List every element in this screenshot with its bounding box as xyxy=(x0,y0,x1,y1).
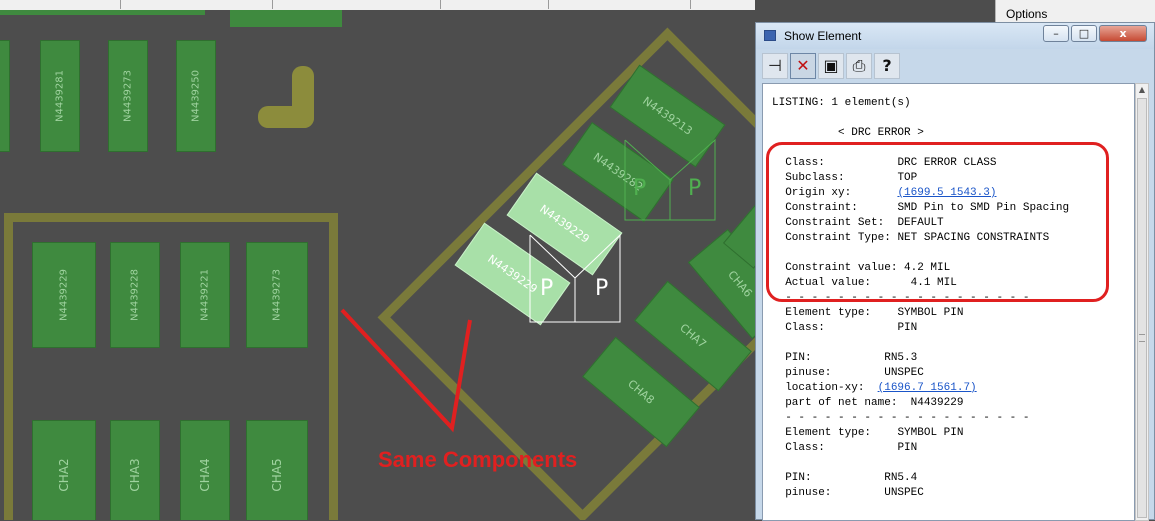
app-icon xyxy=(764,30,776,41)
strip-divider xyxy=(548,0,549,9)
origin-link[interactable]: (1699.5 1543.3) xyxy=(897,187,996,199)
field-value: PIN xyxy=(897,442,918,454)
field-value: RN5.3 xyxy=(884,352,918,364)
window-title: Show Element xyxy=(784,29,862,43)
pin-symbol-overlay: P P P P xyxy=(340,138,716,433)
show-element-window: Show Element – □ x ⊣ ✕ ▣ ⎙ ? LISTING: 1 … xyxy=(755,22,1155,521)
pin-glyph: P xyxy=(540,276,553,301)
field-label: PIN: xyxy=(785,472,812,484)
field-label: Class: xyxy=(785,322,825,334)
field-value: RN5.4 xyxy=(884,472,918,484)
field-value: PIN xyxy=(897,322,918,334)
field-value: 4.1 MIL xyxy=(910,277,957,289)
field-label: Constraint: xyxy=(785,202,858,214)
strip-divider xyxy=(690,0,691,9)
print-icon[interactable]: ⎙ xyxy=(846,53,872,79)
pin-glyph: P xyxy=(633,176,646,201)
dialog-toolbar: ⊣ ✕ ▣ ⎙ ? xyxy=(762,53,1148,81)
scroll-up-icon[interactable]: ▲ xyxy=(1137,85,1147,97)
field-value: SMD Pin to SMD Pin Spacing xyxy=(897,202,1070,214)
field-value: NET SPACING CONSTRAINTS xyxy=(897,232,1050,244)
field-value: DEFAULT xyxy=(897,217,944,229)
field-label: PIN: xyxy=(785,352,812,364)
field-label: pinuse: xyxy=(785,487,832,499)
annotation-text: Same Components xyxy=(378,447,578,472)
maximize-button[interactable]: □ xyxy=(1071,25,1097,42)
strip-divider xyxy=(120,0,121,9)
separator: - - - - - - - - - - - - - - - - - - - xyxy=(785,412,1030,424)
section-title: < DRC ERROR > xyxy=(838,127,924,139)
field-value: 4.2 MIL xyxy=(904,262,951,274)
field-label: Constraint Set: xyxy=(785,217,885,229)
field-value: TOP xyxy=(897,172,918,184)
field-label: Subclass: xyxy=(785,172,845,184)
scroll-grip-icon xyxy=(1139,334,1145,342)
pin-glyph: P xyxy=(688,176,701,201)
field-label: location-xy: xyxy=(785,382,865,394)
options-panel-header[interactable]: Options xyxy=(995,0,1155,22)
options-label: Options xyxy=(1006,7,1048,21)
listing-content: LISTING: 1 element(s) < DRC ERROR > Clas… xyxy=(772,96,1069,501)
separator: - - - - - - - - - - - - - - - - - - - xyxy=(785,292,1030,304)
listing-header: LISTING: 1 element(s) xyxy=(772,97,911,109)
location-link[interactable]: (1696.7 1561.7) xyxy=(878,382,977,394)
strip-divider xyxy=(440,0,441,9)
field-label: Constraint value: xyxy=(785,262,898,274)
field-value: N4439229 xyxy=(910,397,964,409)
field-value: SYMBOL PIN xyxy=(897,307,964,319)
strip-divider xyxy=(272,0,273,9)
field-label: Actual value: xyxy=(785,277,872,289)
minimize-button[interactable]: – xyxy=(1043,25,1069,42)
field-label: Class: xyxy=(785,442,825,454)
help-icon[interactable]: ? xyxy=(874,53,900,79)
field-value: DRC ERROR CLASS xyxy=(897,157,997,169)
field-label: Constraint Type: xyxy=(785,232,891,244)
pcb-canvas[interactable]: N4439281 N4439273 N4439250 N4439229 N443… xyxy=(0,10,755,520)
element-listing[interactable]: LISTING: 1 element(s) < DRC ERROR > Clas… xyxy=(762,83,1135,521)
pin-icon[interactable]: ⊣ xyxy=(762,53,788,79)
field-label: pinuse: xyxy=(785,367,832,379)
field-value: UNSPEC xyxy=(884,487,924,499)
field-label: Element type: xyxy=(785,307,872,319)
field-label: Class: xyxy=(785,157,825,169)
pin-glyph: P xyxy=(595,276,608,301)
close-icon[interactable]: ✕ xyxy=(790,53,816,79)
scroll-thumb[interactable] xyxy=(1137,98,1147,518)
field-value: SYMBOL PIN xyxy=(897,427,964,439)
field-label: Origin xy: xyxy=(785,187,852,199)
annotation-arrow xyxy=(340,308,472,433)
window-titlebar[interactable]: Show Element – □ x xyxy=(756,23,1154,49)
save-icon[interactable]: ▣ xyxy=(818,53,844,79)
listing-scrollbar[interactable]: ▲ xyxy=(1135,83,1149,521)
field-label: part of net name: xyxy=(785,397,898,409)
field-label: Element type: xyxy=(785,427,872,439)
field-value: UNSPEC xyxy=(884,367,924,379)
close-window-button[interactable]: x xyxy=(1099,25,1147,42)
